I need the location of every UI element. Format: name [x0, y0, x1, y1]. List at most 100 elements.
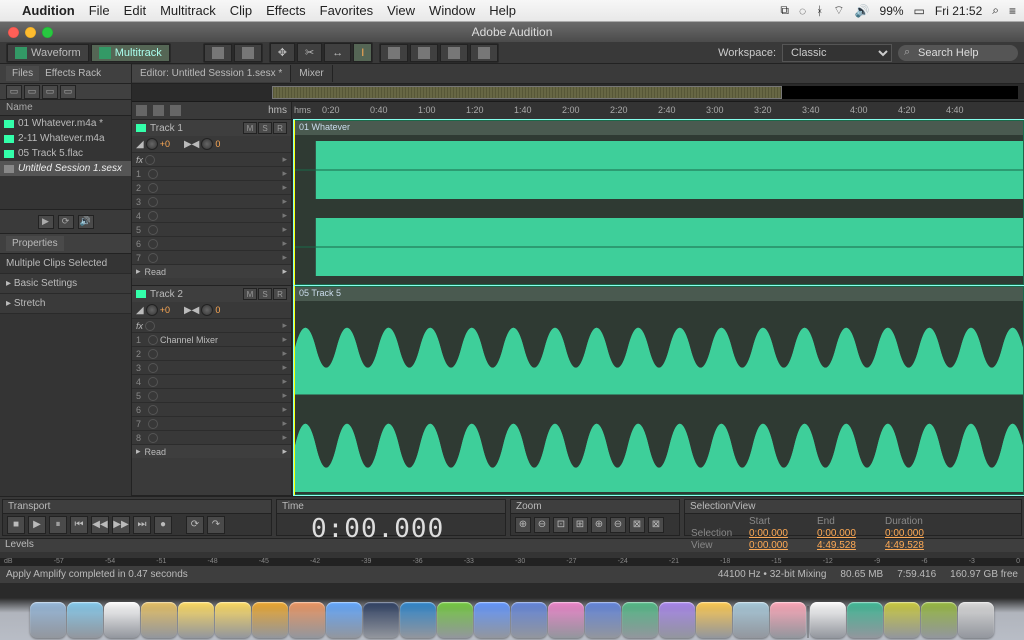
menu-view[interactable]: View — [387, 3, 415, 18]
fx-slot-power[interactable] — [148, 405, 158, 415]
menu-edit[interactable]: Edit — [124, 3, 146, 18]
fx-slot-power[interactable] — [148, 239, 158, 249]
dock-icon[interactable] — [511, 602, 547, 638]
track-lane[interactable]: 05 Track 5 — [292, 286, 1024, 496]
fx-icon[interactable] — [153, 105, 164, 116]
preview-play-button[interactable]: ▶ — [38, 215, 54, 229]
fx-slot-menu[interactable]: ▸ — [282, 334, 287, 345]
mute-button[interactable]: M — [243, 288, 257, 300]
files-toolbar-button[interactable]: ▭ — [60, 85, 76, 99]
dock-icon[interactable] — [141, 602, 177, 638]
playhead[interactable] — [294, 286, 295, 495]
zoom-full-button[interactable]: ⊡ — [553, 517, 569, 533]
selection-start[interactable]: 0:00.000 — [749, 528, 809, 539]
dock-icon[interactable] — [958, 602, 994, 638]
dock-icon[interactable] — [921, 602, 957, 638]
menu-clip[interactable]: Clip — [230, 3, 252, 18]
toolbar-button-1[interactable] — [204, 44, 232, 62]
time-select-tool-button[interactable]: I — [353, 43, 372, 62]
fx-slot-menu[interactable]: ▸ — [282, 348, 287, 359]
dock-icon[interactable] — [67, 602, 103, 638]
menu-favorites[interactable]: Favorites — [320, 3, 373, 18]
go-end-button[interactable]: ⏭ — [133, 516, 151, 534]
menu-effects[interactable]: Effects — [266, 3, 306, 18]
fx-slot-power[interactable] — [148, 419, 158, 429]
volume-knob[interactable] — [146, 138, 158, 150]
fx-power-button[interactable] — [145, 321, 155, 331]
track-lane[interactable]: 01 Whatever — [292, 120, 1024, 286]
move-tool-button[interactable]: ✥ — [270, 43, 295, 62]
dock-icon[interactable] — [104, 602, 140, 638]
zoom-sel-button[interactable]: ⊞ — [572, 517, 588, 533]
input-icon[interactable] — [136, 105, 147, 116]
fx-slot-power[interactable] — [148, 433, 158, 443]
view-start[interactable]: 0:00.000 — [749, 540, 809, 551]
files-tab[interactable]: Files — [6, 66, 39, 81]
zoom-in-v-button[interactable]: ⊕ — [591, 517, 607, 533]
navigator-view-range[interactable] — [272, 86, 782, 99]
playhead[interactable] — [294, 120, 295, 285]
dock-icon[interactable] — [807, 606, 809, 638]
fx-name[interactable]: Channel Mixer — [160, 335, 218, 345]
fx-slot-power[interactable] — [148, 169, 158, 179]
pan-value[interactable]: 0 — [215, 139, 220, 149]
dock-icon[interactable] — [884, 602, 920, 638]
volume-value[interactable]: +0 — [160, 305, 170, 315]
menu-file[interactable]: File — [89, 3, 110, 18]
menu-multitrack[interactable]: Multitrack — [160, 3, 216, 18]
editor-tab[interactable]: Editor: Untitled Session 1.sesx * — [132, 65, 291, 82]
toolbar-button-2[interactable] — [234, 44, 262, 62]
time-ruler[interactable]: hms 0:200:401:001:201:402:002:202:403:00… — [292, 102, 1024, 120]
solo-button[interactable]: S — [258, 288, 272, 300]
pan-value[interactable]: 0 — [215, 305, 220, 315]
dock-icon[interactable] — [215, 602, 251, 638]
dock-icon[interactable] — [733, 602, 769, 638]
play-button[interactable]: ▶ — [28, 516, 46, 534]
close-button[interactable] — [8, 27, 19, 38]
preview-autoplay-button[interactable]: 🔊 — [78, 215, 94, 229]
fx-slot-power[interactable] — [148, 363, 158, 373]
multitrack-mode-button[interactable]: Multitrack — [91, 44, 170, 62]
fx-slot-menu[interactable]: ▸ — [282, 210, 287, 221]
fx-slot-menu[interactable]: ▸ — [282, 238, 287, 249]
dock-icon[interactable] — [548, 602, 584, 638]
fx-slot-power[interactable] — [148, 349, 158, 359]
volume-knob[interactable] — [146, 304, 158, 316]
selection-end[interactable]: 0:00.000 — [817, 528, 877, 539]
toolbar-button-d[interactable] — [470, 44, 498, 62]
fx-slot-power[interactable] — [148, 253, 158, 263]
sends-icon[interactable] — [170, 105, 181, 116]
dock-icon[interactable] — [437, 602, 473, 638]
fx-slot-power[interactable] — [148, 211, 158, 221]
fx-power-button[interactable] — [145, 155, 155, 165]
properties-group[interactable]: ▸ Stretch — [0, 294, 131, 314]
toolbar-button-c[interactable] — [440, 44, 468, 62]
dock-icon[interactable] — [178, 602, 214, 638]
time-display[interactable]: 0:00.000 — [281, 514, 444, 544]
stop-button[interactable]: ■ — [7, 516, 25, 534]
list-item[interactable]: 05 Track 5.flac — [0, 146, 131, 161]
forward-button[interactable]: ▶▶ — [112, 516, 130, 534]
spotlight-icon[interactable]: ⌕ — [992, 3, 999, 18]
mixer-tab[interactable]: Mixer — [291, 65, 332, 82]
wifi-icon[interactable]: ⌔ — [833, 3, 844, 18]
automation-mode[interactable]: Read — [145, 447, 167, 457]
solo-button[interactable]: S — [258, 122, 272, 134]
fx-slot-menu[interactable]: ▸ — [282, 362, 287, 373]
go-start-button[interactable]: ⏮ — [70, 516, 88, 534]
dock-icon[interactable] — [810, 602, 846, 638]
fx-slot-power[interactable] — [148, 335, 158, 345]
effects-rack-tab[interactable]: Effects Rack — [45, 68, 101, 79]
waveform-mode-button[interactable]: Waveform — [7, 44, 89, 62]
toolbar-button-a[interactable] — [380, 44, 408, 62]
files-toolbar-button[interactable]: ▭ — [24, 85, 40, 99]
audio-clip[interactable]: 01 Whatever — [294, 120, 1024, 285]
fx-slot-power[interactable] — [148, 183, 158, 193]
track-name[interactable]: Track 1 — [150, 123, 183, 134]
navigator-strip[interactable] — [132, 84, 1024, 102]
zoom-out-button[interactable]: ⊖ — [534, 517, 550, 533]
dock-icon[interactable] — [400, 602, 436, 638]
view-duration[interactable]: 4:49.528 — [885, 540, 945, 551]
workspace-select[interactable]: Classic — [782, 44, 892, 62]
list-item[interactable]: 01 Whatever.m4a * — [0, 116, 131, 131]
